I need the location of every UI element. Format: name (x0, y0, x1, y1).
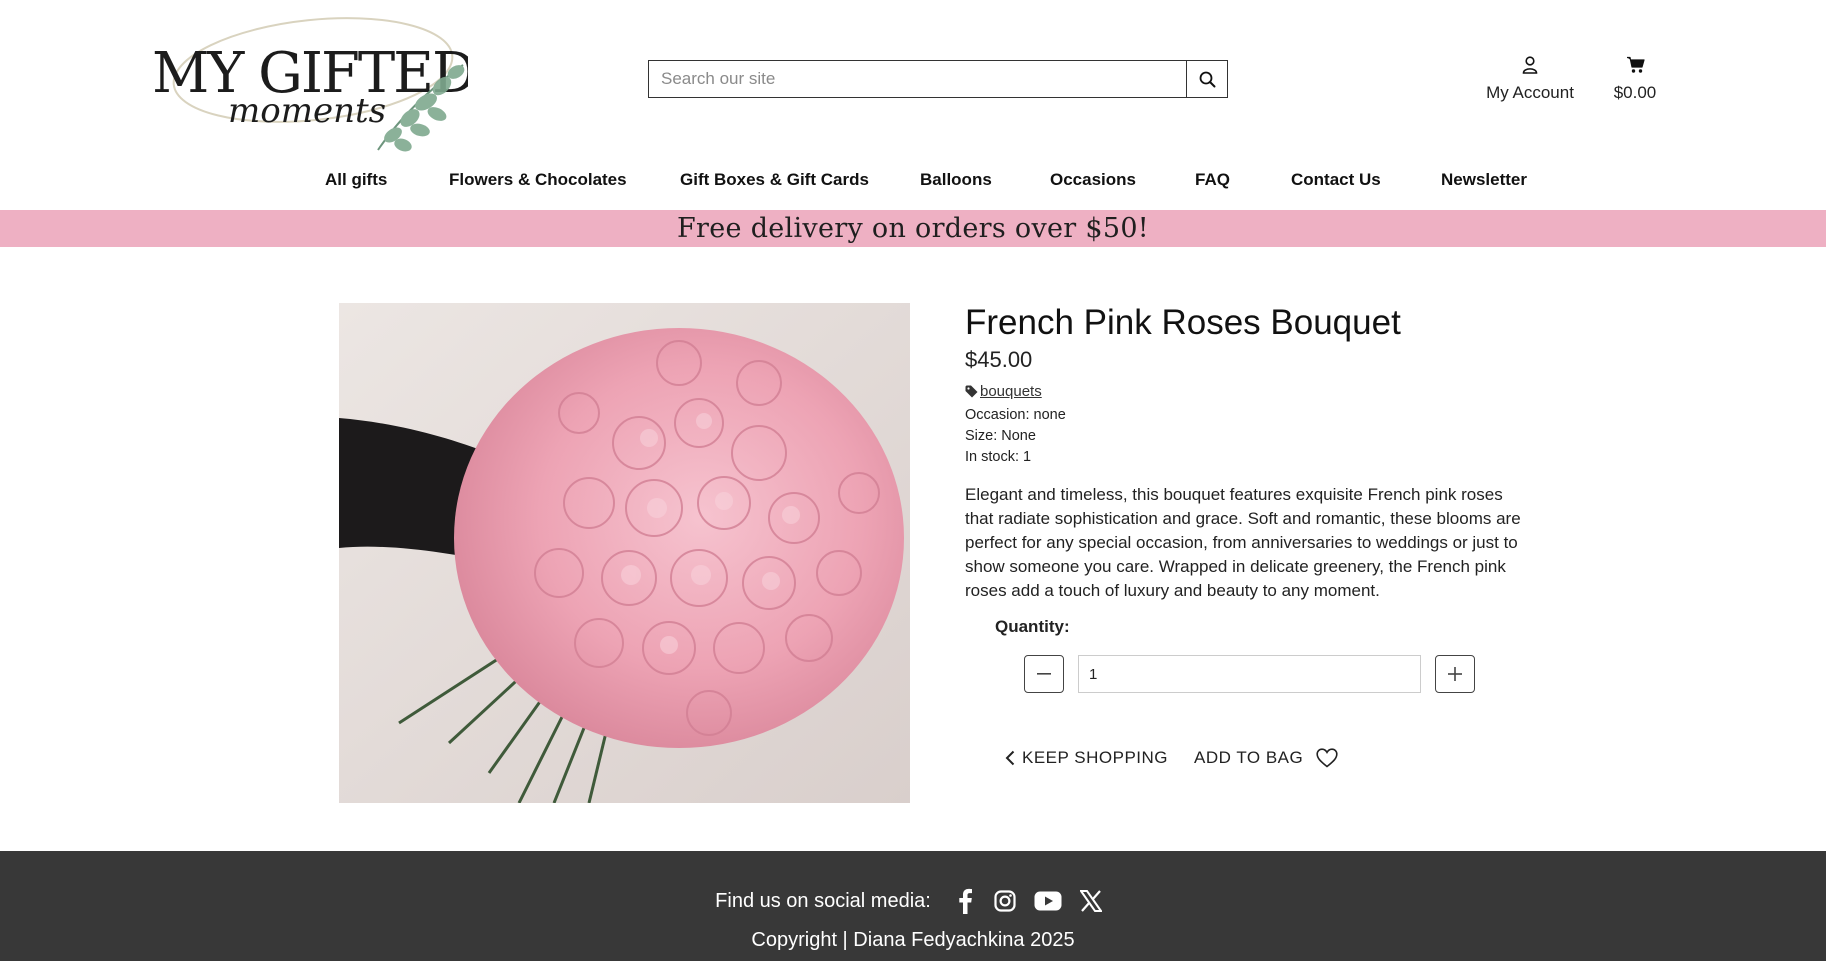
social-links: Find us on social media: (0, 886, 1826, 916)
keep-shopping-label: KEEP SHOPPING (1022, 748, 1169, 767)
nav-item-all-gifts[interactable]: All gifts (325, 170, 387, 190)
social-label: Find us on social media: (715, 889, 931, 912)
occasion-text: Occasion: none (965, 407, 1066, 423)
plus-icon (1448, 667, 1462, 681)
youtube-link[interactable] (1025, 886, 1071, 916)
logo-line2: moments (228, 91, 386, 131)
my-account-label: My Account (1486, 83, 1574, 102)
add-to-bag-button[interactable]: ADD TO BAG (1194, 748, 1303, 768)
keep-shopping-button[interactable]: KEEP SHOPPING (1005, 748, 1168, 768)
instagram-icon (994, 890, 1016, 912)
chevron-left-icon (1005, 750, 1015, 766)
x-link[interactable] (1071, 886, 1111, 916)
search-bar (648, 60, 1228, 98)
quantity-input[interactable] (1078, 655, 1421, 693)
nav-item-newsletter[interactable]: Newsletter (1441, 170, 1527, 190)
product-tag: bouquets (965, 383, 1535, 400)
increase-quantity-button[interactable] (1435, 655, 1475, 693)
product-title: French Pink Roses Bouquet (965, 303, 1401, 342)
logo-graphic: MY GIFTED moments (152, 17, 477, 152)
site-footer: Find us on social media: Copyright | Dia… (0, 851, 1826, 961)
quantity-label: Quantity: (995, 617, 1070, 636)
minus-icon (1037, 673, 1051, 675)
size-text: Size: None (965, 428, 1036, 444)
x-icon (1079, 890, 1102, 912)
user-icon (1522, 56, 1538, 74)
nav-item-contact-us[interactable]: Contact Us (1291, 170, 1381, 190)
product-info: French Pink Roses Bouquet $45.00 bouquet… (965, 303, 1535, 603)
nav-item-flowers[interactable]: Flowers & Chocolates (449, 170, 627, 190)
product-meta: Occasion: none Size: None In stock: 1 (965, 405, 1535, 468)
promo-banner: Free delivery on orders over $50! (0, 210, 1826, 247)
product-image (339, 303, 910, 803)
nav-item-faq[interactable]: FAQ (1195, 170, 1230, 190)
product-price: $45.00 (965, 347, 1033, 372)
nav-item-gift-boxes[interactable]: Gift Boxes & Gift Cards (680, 170, 869, 190)
tag-icon (965, 385, 978, 398)
wishlist-button[interactable] (1316, 748, 1338, 768)
search-input[interactable] (649, 61, 1186, 97)
facebook-icon (959, 888, 972, 914)
cart-total: $0.00 (1613, 83, 1657, 102)
product-actions: KEEP SHOPPING ADD TO BAG (1005, 748, 1338, 768)
decrease-quantity-button[interactable] (1024, 655, 1064, 693)
shopping-cart-icon (1626, 56, 1645, 73)
product-description: Elegant and timeless, this bouquet featu… (965, 485, 1521, 600)
bouquet-photo (339, 303, 910, 803)
search-button[interactable] (1186, 61, 1227, 97)
copyright-text: Copyright | Diana Fedyachkina 2025 (751, 929, 1075, 951)
nav-item-balloons[interactable]: Balloons (920, 170, 992, 190)
nav-item-occasions[interactable]: Occasions (1050, 170, 1136, 190)
search-icon (1199, 71, 1215, 87)
stock-text: In stock: 1 (965, 449, 1032, 465)
instagram-link[interactable] (985, 886, 1025, 916)
heart-icon (1316, 748, 1338, 768)
my-account-link[interactable]: My Account (1480, 56, 1580, 103)
cart-link[interactable]: $0.00 (1605, 56, 1665, 103)
site-logo[interactable]: MY GIFTED moments (148, 10, 477, 158)
tag-link-bouquets[interactable]: bouquets (980, 383, 1042, 400)
main-nav: All gifts Flowers & Chocolates Gift Boxe… (0, 170, 1826, 196)
youtube-icon (1034, 891, 1062, 911)
facebook-link[interactable] (945, 886, 985, 916)
